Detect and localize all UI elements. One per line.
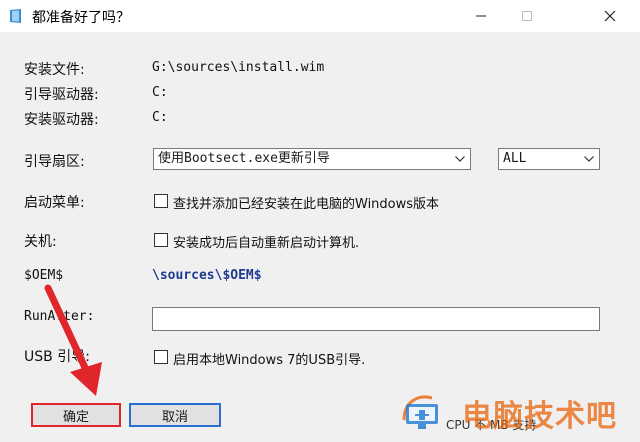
auto-restart-checkbox[interactable]	[154, 233, 168, 247]
boot-menu-checkbox[interactable]	[154, 194, 168, 208]
shutdown-label: 关机:	[24, 234, 57, 250]
maximize-button[interactable]	[504, 0, 550, 32]
cancel-button[interactable]: 取消	[129, 403, 221, 427]
ok-button[interactable]: 确定	[31, 403, 121, 427]
minimize-button[interactable]	[458, 0, 504, 32]
close-icon	[604, 10, 616, 22]
app-icon	[10, 9, 21, 23]
usb-boot-label: USB 引导:	[24, 349, 90, 365]
install-file-value: G:\sources\install.wim	[152, 60, 325, 75]
watermark-text: 电脑技术吧	[462, 399, 617, 434]
oem-label: $OEM$	[24, 268, 64, 283]
boot-menu-label: 启动菜单:	[24, 195, 85, 211]
boot-drive-value: C:	[152, 85, 168, 100]
boot-drive-label: 引导驱动器:	[24, 87, 99, 103]
usb-boot-checkbox-label: 启用本地Windows 7的USB引导.	[173, 353, 366, 368]
minimize-icon	[476, 15, 486, 17]
chevron-down-icon	[583, 149, 595, 169]
title-bar: 都准备好了吗？	[0, 0, 640, 32]
window-title: 都准备好了吗？	[32, 10, 130, 26]
run-after-input[interactable]	[152, 307, 600, 331]
chevron-down-icon	[454, 149, 466, 169]
maximize-icon	[522, 11, 532, 21]
install-drive-label: 安装驱动器:	[24, 112, 99, 128]
monitor-logo-icon	[402, 395, 438, 429]
boot-menu-checkbox-label: 查找并添加已经安装在此电脑的Windows版本	[173, 197, 440, 212]
boot-mode-select[interactable]: ALL	[498, 148, 600, 170]
install-file-label: 安装文件:	[24, 62, 85, 78]
boot-mode-selected: ALL	[503, 151, 527, 166]
boot-sector-label: 引导扇区:	[24, 154, 85, 170]
boot-sector-select[interactable]: 使用Bootsect.exe更新引导	[153, 148, 471, 170]
auto-restart-checkbox-label: 安装成功后自动重新启动计算机.	[173, 236, 360, 251]
oem-path-value: \sources\$OEM$	[152, 268, 262, 283]
close-button[interactable]	[580, 0, 640, 32]
usb-boot-checkbox[interactable]	[154, 350, 168, 364]
boot-sector-selected: 使用Bootsect.exe更新引导	[158, 151, 330, 166]
install-drive-value: C:	[152, 110, 168, 125]
run-after-label: RunAfter:	[24, 309, 95, 324]
